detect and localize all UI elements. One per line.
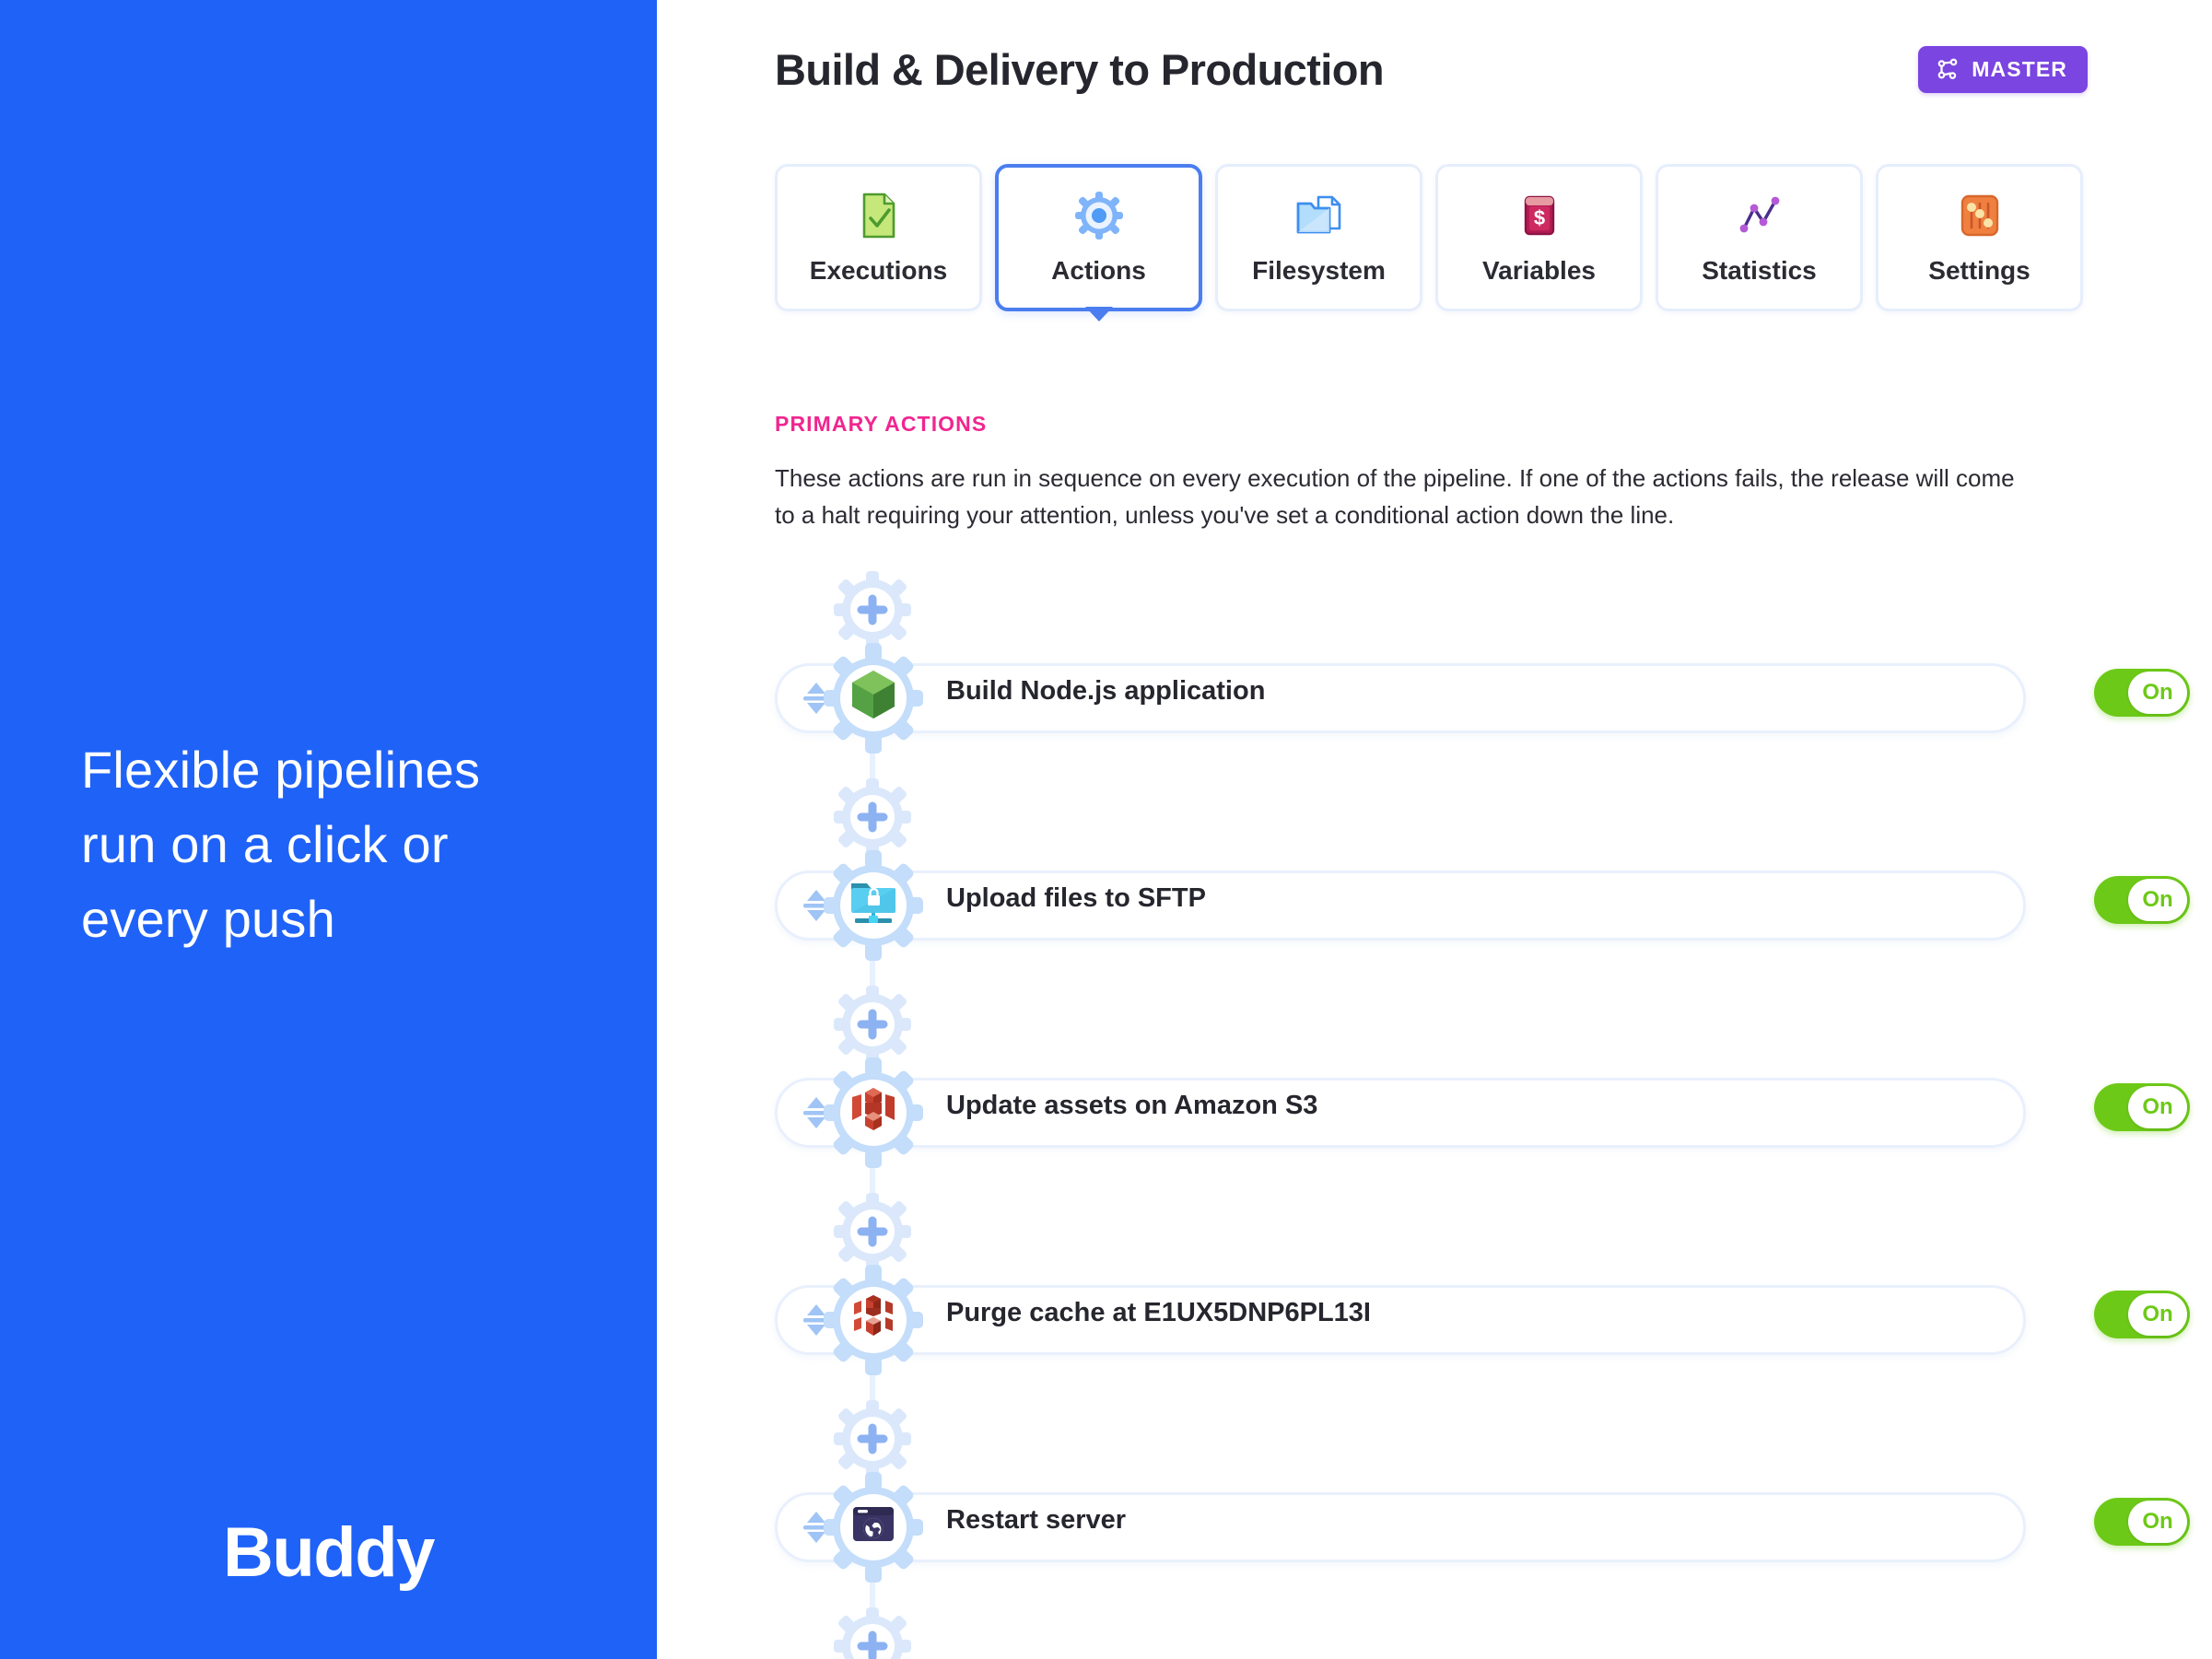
svg-text:$: $ — [1533, 206, 1544, 229]
action-name: Build Node.js application — [946, 676, 1266, 706]
action-row[interactable]: Upload files to SFTP On — [775, 850, 2212, 986]
tab-label: Actions — [1051, 256, 1146, 285]
section-kicker: PRIMARY ACTIONS — [775, 412, 988, 436]
action-toggle-label: On — [2128, 1293, 2187, 1336]
sliders-icon — [1954, 190, 2006, 241]
action-toggle[interactable]: On — [2094, 1498, 2190, 1546]
action-name: Purge cache at E1UX5DNP6PL13I — [946, 1298, 1371, 1327]
page-header: Build & Delivery to Production MASTER — [775, 39, 2088, 99]
page-title: Build & Delivery to Production — [775, 44, 1385, 94]
app-root: Flexible pipelines run on a click or eve… — [0, 0, 2212, 1659]
branch-badge-label: MASTER — [1972, 56, 2067, 81]
document-check-icon — [853, 190, 905, 241]
action-toggle[interactable]: On — [2094, 876, 2190, 924]
add-action-node[interactable] — [775, 1400, 2212, 1478]
sftp-icon — [845, 873, 902, 930]
action-row[interactable]: Build Node.js application On — [775, 643, 2212, 778]
promo-line-2: run on a click or — [81, 815, 449, 874]
tab-label: Executions — [809, 256, 948, 285]
action-toggle-label: On — [2128, 879, 2187, 921]
plus-gear-icon[interactable] — [825, 1598, 920, 1659]
actions-pipeline: Build Node.js application On Upload file… — [775, 571, 2212, 1659]
action-toggle[interactable]: On — [2094, 669, 2190, 717]
action-row[interactable]: Restart server On — [775, 1472, 2212, 1607]
promo-headline: Flexible pipelines run on a click or eve… — [81, 732, 560, 957]
action-toggle-label: On — [2128, 672, 2187, 714]
tab-label: Filesystem — [1252, 256, 1386, 285]
buddy-logo: Buddy — [223, 1513, 435, 1592]
gear-icon — [1073, 190, 1125, 241]
action-toggle[interactable]: On — [2094, 1291, 2190, 1338]
action-row[interactable]: Update assets on Amazon S3 On — [775, 1057, 2212, 1193]
branch-badge[interactable]: MASTER — [1918, 45, 2088, 93]
section-description: These actions are run in sequence on eve… — [775, 464, 2015, 529]
line-chart-icon — [1734, 190, 1785, 241]
add-action-node[interactable] — [775, 1607, 2212, 1659]
tab-variables[interactable]: $ Variables — [1435, 164, 1643, 311]
dollar-card-icon: $ — [1514, 190, 1565, 241]
pipeline-tabs: Executions Actions Filesystem $ Variable… — [775, 164, 2083, 311]
action-toggle[interactable]: On — [2094, 1083, 2190, 1131]
action-toggle-label: On — [2128, 1501, 2187, 1543]
action-name: Upload files to SFTP — [946, 883, 1206, 913]
tab-label: Settings — [1928, 256, 2031, 285]
aws-s3-icon — [845, 1081, 902, 1138]
cloudfront-icon — [845, 1288, 902, 1345]
action-name: Update assets on Amazon S3 — [946, 1091, 1318, 1120]
folder-icon — [1293, 190, 1345, 241]
browser-globe-icon — [845, 1495, 902, 1552]
tab-executions[interactable]: Executions — [775, 164, 982, 311]
add-action-node[interactable] — [775, 778, 2212, 856]
tab-settings[interactable]: Settings — [1876, 164, 2083, 311]
action-row[interactable]: Purge cache at E1UX5DNP6PL13I On — [775, 1265, 2212, 1400]
tab-actions[interactable]: Actions — [995, 164, 1202, 311]
add-action-node[interactable] — [775, 571, 2212, 648]
promo-sidebar: Flexible pipelines run on a click or eve… — [0, 0, 657, 1659]
tab-statistics[interactable]: Statistics — [1656, 164, 1863, 311]
tab-label: Variables — [1482, 256, 1596, 285]
add-action-node[interactable] — [775, 1193, 2212, 1270]
promo-line-3: every push — [81, 890, 335, 949]
main-panel: Build & Delivery to Production MASTER Ex… — [657, 0, 2212, 1659]
add-action-node[interactable] — [775, 986, 2212, 1063]
action-toggle-label: On — [2128, 1086, 2187, 1128]
git-branch-icon — [1936, 57, 1960, 81]
action-name: Restart server — [946, 1505, 1127, 1535]
nodejs-icon — [845, 666, 902, 723]
promo-line-1: Flexible pipelines — [81, 741, 481, 799]
tab-filesystem[interactable]: Filesystem — [1215, 164, 1422, 311]
tab-label: Statistics — [1702, 256, 1817, 285]
